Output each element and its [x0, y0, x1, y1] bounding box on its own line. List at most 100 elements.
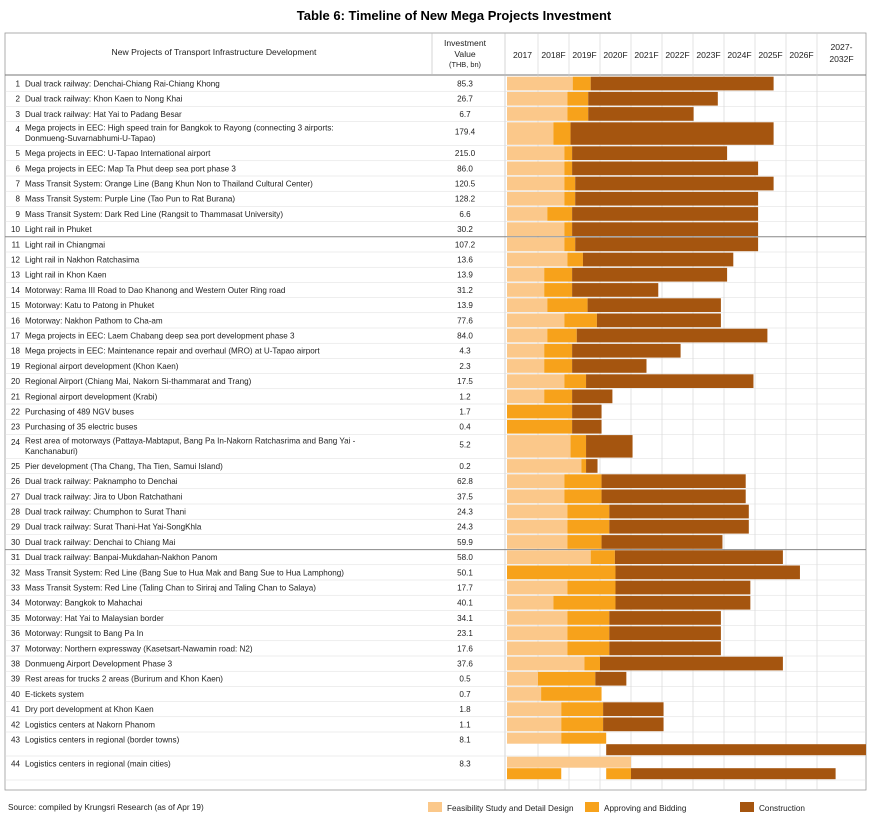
phase-bar-f [507, 504, 568, 519]
value-column-header-line-2: Value [454, 49, 476, 59]
table-row: 6 Mega projects in EEC: Map Ta Phut deep … [15, 164, 473, 173]
phase-bar-f [507, 207, 548, 221]
phase-bar-c [595, 671, 627, 686]
phase-bar-a [567, 626, 610, 640]
phase-bar-c [609, 519, 749, 534]
table-row: 25 Pier development (Tha Chang, Tha Tien,… [11, 462, 471, 471]
phase-bar-a [570, 435, 587, 458]
row-number: 34 [11, 599, 21, 608]
phase-bar-a [567, 504, 610, 519]
source-note: Source: compiled by Krungsri Research (a… [8, 803, 204, 812]
project-name: Mega projects in EEC: Map Ta Phut deep s… [25, 164, 236, 173]
table-row: 12 Light rail in Nakhon Ratchasima 13.6 [11, 256, 473, 265]
investment-value: 24.3 [457, 523, 473, 532]
investment-value: 128.2 [455, 195, 476, 204]
legend-label: Construction [759, 804, 805, 813]
row-number: 38 [11, 660, 21, 669]
project-name: Purchasing of 35 electric buses [25, 423, 137, 432]
row-number: 4 [15, 125, 20, 134]
timeline-bars [507, 76, 866, 780]
project-name: Motorway: Nakhon Pathom to Cha-am [25, 316, 163, 325]
investment-value: 17.7 [457, 584, 473, 593]
investment-value: 40.1 [457, 599, 473, 608]
year-header: 2027- [831, 42, 853, 52]
table-row: 19 Regional airport development (Khon Kae… [11, 362, 471, 371]
phase-bar-c [575, 191, 759, 206]
table-row: 38 Donmueng Airport Development Phase 3 37… [11, 660, 473, 669]
row-timeline [507, 435, 633, 458]
project-name: Light rail in Phuket [25, 225, 92, 234]
row-number: 35 [11, 614, 21, 623]
project-name: Dual track railway: Denchai to Chiang Ma… [25, 538, 175, 547]
legend-swatch [585, 802, 599, 812]
row-number: 44 [11, 760, 21, 769]
investment-value: 58.0 [457, 553, 473, 562]
table-row: 14 Motorway: Rama III Road to Dao Khanong… [11, 286, 473, 295]
phase-bar-c [576, 328, 768, 343]
table-header: New Projects of Transport Infrastructure… [112, 38, 854, 69]
phase-bar-a [564, 374, 587, 388]
phase-bar-c [575, 237, 759, 252]
phase-bar-c [588, 107, 694, 121]
table-row: 13 Light rail in Khon Kaen 13.9 [11, 271, 473, 280]
legend-item: Construction [740, 802, 805, 813]
investment-value: 13.6 [457, 256, 473, 265]
phase-bar-a [567, 519, 610, 534]
project-name: Regional Airport (Chiang Mai, Nakorn Si-… [25, 377, 252, 386]
project-name: Mass Transit System: Purple Line (Tao Pu… [25, 195, 235, 204]
project-name: Mega projects in EEC: High speed train f… [25, 124, 334, 133]
phase-bar-f [507, 298, 548, 312]
row-timeline [507, 702, 664, 716]
row-timeline [507, 656, 783, 671]
phase-bar-c [572, 161, 759, 176]
investment-value: 31.2 [457, 286, 473, 295]
phase-bar-a [564, 489, 602, 504]
project-name: Motorway: Hat Yai to Malaysian border [25, 614, 164, 623]
year-header: 2021F [634, 50, 658, 60]
row-number: 43 [11, 736, 21, 745]
row-timeline [507, 519, 749, 534]
row-number: 7 [15, 180, 20, 189]
phase-bar-f [507, 732, 562, 744]
year-header: 2020F [603, 50, 627, 60]
row-number: 40 [11, 690, 21, 699]
row-timeline [507, 91, 718, 106]
phase-bar-a [567, 252, 583, 267]
table-row: 26 Dual track railway: Paknampho to Dench… [11, 477, 473, 486]
project-name: Dual track railway: Khon Kaen to Nong Kh… [25, 95, 183, 104]
row-timeline [507, 191, 759, 206]
phase-bar-a [541, 687, 602, 701]
table-row: 24 Rest area of motorways (Pattaya-Mabtap… [11, 436, 471, 456]
row-timeline [507, 146, 728, 160]
phase-bar-a [507, 419, 573, 434]
row-timeline [507, 328, 768, 343]
phase-bar-f [507, 702, 562, 716]
row-number: 1 [15, 80, 20, 89]
row-timeline [507, 565, 800, 580]
table-row: 18 Mega projects in EEC: Maintenance repa… [11, 347, 471, 356]
investment-value: 13.9 [457, 271, 473, 280]
investment-value: 50.1 [457, 568, 473, 577]
table-row: 43 Logistics centers in regional (border … [11, 736, 471, 745]
investment-value: 120.5 [455, 180, 476, 189]
project-name: Rest area of motorways (Pattaya-Mabtaput… [25, 436, 356, 445]
investment-value: 26.7 [457, 95, 473, 104]
investment-value: 107.2 [455, 240, 476, 249]
investment-value: 0.2 [459, 462, 471, 471]
phase-bar-a [590, 550, 615, 564]
year-header: 2032F [829, 54, 853, 64]
phase-bar-f [507, 76, 573, 91]
project-name: Dual track railway: Jira to Ubon Ratchat… [25, 492, 183, 501]
table-row: 1 Dual track railway: Denchai-Chiang Rai-… [15, 80, 473, 89]
year-header: 2019F [572, 50, 596, 60]
row-number: 33 [11, 584, 21, 593]
row-timeline [507, 283, 659, 297]
row-timeline [507, 489, 746, 504]
phase-bar-c [609, 504, 749, 519]
table-rows: 1 Dual track railway: Denchai-Chiang Rai-… [11, 80, 476, 769]
phase-bar-f [507, 389, 545, 404]
table-row: 27 Dual track railway: Jira to Ubon Ratch… [11, 492, 473, 501]
phase-bar-f [507, 671, 538, 686]
row-timeline [507, 474, 746, 488]
phase-bar-a [507, 404, 573, 419]
